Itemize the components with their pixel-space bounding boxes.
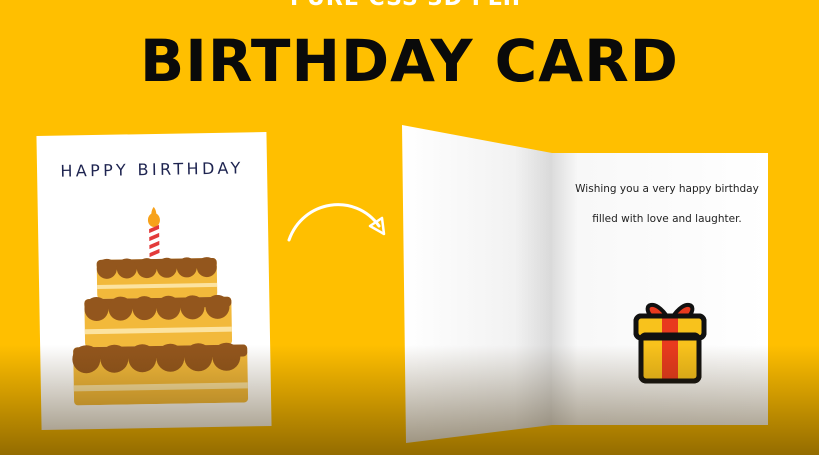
birthday-cake-icon [72, 206, 249, 406]
message-line-1: Wishing you a very happy birthday [575, 183, 759, 195]
page-subtitle: PURE CSS 3D FLIP [0, 0, 819, 11]
gift-box-icon [633, 303, 707, 384]
front-card-heading: HAPPY BIRTHDAY [60, 158, 244, 181]
curved-arrow-icon [287, 203, 386, 242]
inside-card[interactable]: Wishing you a very happy birthday filled… [402, 125, 769, 443]
open-card-panels [402, 125, 768, 443]
card-message: Wishing you a very happy birthday filled… [572, 183, 762, 225]
message-line-2: filled with love and laughter. [592, 213, 742, 225]
page-title: BIRTHDAY CARD [140, 27, 679, 95]
front-card[interactable]: HAPPY BIRTHDAY [36, 132, 272, 430]
